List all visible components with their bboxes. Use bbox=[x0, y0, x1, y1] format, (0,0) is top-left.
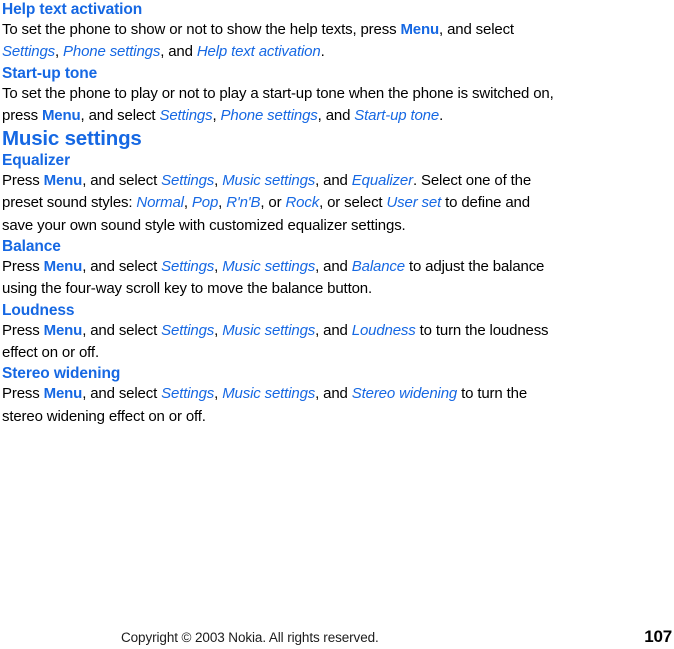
inline-menu-item: User set bbox=[386, 194, 442, 212]
section-heading-help-text-activation: Help text activation bbox=[2, 1, 143, 18]
inline-menu-item: Settings bbox=[161, 385, 215, 403]
inline-menu-item: Start-up tone bbox=[354, 106, 440, 124]
inline-menu-item: Settings bbox=[159, 106, 213, 124]
section-heading-start-up-tone: Start-up tone bbox=[2, 64, 98, 82]
section-paragraph-stereo-widening: Press Menu, and select Settings, Music s… bbox=[2, 385, 528, 425]
section-paragraph-help-text-activation: To set the phone to show or not to show … bbox=[2, 21, 514, 61]
inline-menu-item: Settings bbox=[161, 321, 215, 339]
inline-menu-item: Help text activation bbox=[196, 43, 321, 61]
inline-menu-item: Music settings bbox=[222, 321, 316, 339]
section-heading-stereo-widening: Stereo widening bbox=[2, 365, 121, 383]
document-page: Help text activation To set the phone to… bbox=[0, 0, 674, 649]
inline-menu-item: Settings bbox=[2, 43, 55, 61]
inline-menu-item: Pop bbox=[191, 194, 219, 212]
inline-menu-item: Settings bbox=[161, 172, 215, 190]
section-paragraph-loudness: Press Menu, and select Settings, Music s… bbox=[2, 321, 549, 361]
footer-copyright: Copyright © 2003 Nokia. All rights reser… bbox=[121, 630, 379, 645]
section-heading-equalizer: Equalizer bbox=[2, 152, 71, 170]
inline-menu-item: Loudness bbox=[351, 321, 416, 339]
inline-menu-item: Normal bbox=[136, 194, 184, 212]
inline-menu-item: Stereo widening bbox=[351, 385, 458, 403]
section-paragraph-balance: Press Menu, and select Settings, Music s… bbox=[2, 258, 545, 298]
inline-menu-item: Equalizer bbox=[351, 172, 413, 190]
inline-menu-item: Music settings bbox=[222, 172, 316, 190]
inline-keyword: Menu bbox=[43, 321, 83, 339]
inline-keyword: Menu bbox=[43, 385, 83, 403]
section-heading-loudness: Loudness bbox=[2, 301, 75, 319]
section-paragraph-equalizer: Press Menu, and select Settings, Music s… bbox=[2, 172, 532, 234]
inline-menu-item: Settings bbox=[161, 258, 215, 276]
inline-keyword: Menu bbox=[41, 106, 81, 124]
inline-menu-item: Phone settings bbox=[63, 43, 161, 61]
section-heading-music-settings: Music settings bbox=[2, 127, 142, 151]
inline-menu-item: Music settings bbox=[222, 258, 316, 276]
inline-keyword: Menu bbox=[43, 172, 83, 190]
inline-menu-item: Rock bbox=[285, 194, 320, 212]
section-paragraph-start-up-tone: To set the phone to play or not to play … bbox=[2, 84, 554, 124]
inline-menu-item: Phone settings bbox=[220, 106, 318, 124]
inline-keyword: Menu bbox=[43, 258, 83, 276]
footer-page-number: 107 bbox=[644, 627, 672, 646]
inline-menu-item: Music settings bbox=[222, 385, 316, 403]
inline-menu-item: R'n'B bbox=[226, 194, 261, 212]
section-heading-balance: Balance bbox=[2, 238, 61, 256]
page-content: Help text activation To set the phone to… bbox=[2, 0, 562, 428]
inline-keyword: Menu bbox=[400, 21, 440, 38]
page-footer: Copyright © 2003 Nokia. All rights reser… bbox=[0, 627, 674, 649]
inline-menu-item: Balance bbox=[351, 258, 405, 276]
